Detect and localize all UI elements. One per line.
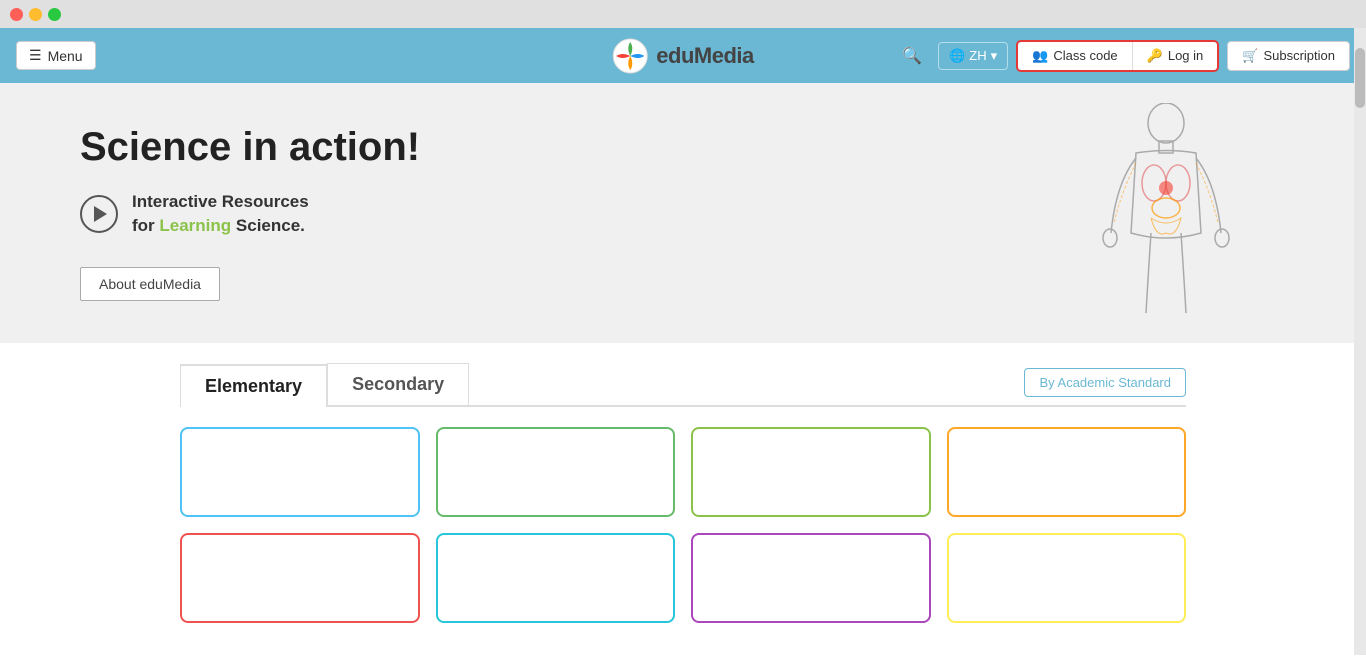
- card-6[interactable]: [436, 533, 676, 623]
- login-label: Log in: [1168, 48, 1203, 63]
- logo-text: eduMedia: [656, 43, 753, 69]
- logo-icon: [612, 38, 648, 74]
- card-3[interactable]: [691, 427, 931, 517]
- subscription-button[interactable]: 🛒 Subscription: [1227, 41, 1350, 71]
- tabs-section: Elementary Secondary By Academic Standar…: [0, 343, 1366, 407]
- lang-label: ZH: [969, 48, 986, 63]
- class-code-button[interactable]: 👥 Class code: [1018, 42, 1133, 70]
- title-bar: [0, 0, 1366, 28]
- minimize-button[interactable]: [29, 8, 42, 21]
- hero-desc-learning: Learning: [159, 216, 231, 235]
- maximize-button[interactable]: [48, 8, 61, 21]
- cards-row-2: [180, 533, 1186, 623]
- login-button[interactable]: 🔑 Log in: [1133, 42, 1218, 70]
- card-5[interactable]: [180, 533, 420, 623]
- auth-group: 👥 Class code 🔑 Log in: [1016, 40, 1219, 72]
- menu-button[interactable]: ☰ Menu: [16, 41, 96, 70]
- globe-icon: 🌐: [949, 48, 965, 64]
- card-8[interactable]: [947, 533, 1187, 623]
- dropdown-icon: ▾: [991, 48, 998, 64]
- key-icon: 🔑: [1147, 48, 1163, 64]
- cart-icon: 🛒: [1242, 48, 1258, 64]
- hero-description: Interactive Resources for Learning Scien…: [132, 190, 309, 238]
- tab-secondary[interactable]: Secondary: [327, 363, 469, 405]
- card-4[interactable]: [947, 427, 1187, 517]
- tabs-header: Elementary Secondary By Academic Standar…: [180, 363, 1186, 407]
- hero-image: [1066, 98, 1266, 328]
- academic-standard-button[interactable]: By Academic Standard: [1024, 368, 1186, 397]
- scrollbar[interactable]: [1354, 28, 1366, 655]
- subscription-label: Subscription: [1263, 48, 1335, 63]
- navbar-right: 🔍 🌐 ZH ▾ 👥 Class code 🔑 Log in 🛒 Subscri…: [894, 40, 1350, 72]
- hero-desc-line1: Interactive Resources: [132, 192, 309, 211]
- close-button[interactable]: [10, 8, 23, 21]
- play-icon: [94, 206, 107, 222]
- users-icon: 👥: [1032, 48, 1048, 64]
- language-button[interactable]: 🌐 ZH ▾: [938, 42, 1008, 70]
- about-button[interactable]: About eduMedia: [80, 267, 220, 301]
- menu-label: Menu: [48, 48, 83, 64]
- class-code-label: Class code: [1053, 48, 1117, 63]
- search-button[interactable]: 🔍: [894, 42, 930, 70]
- card-7[interactable]: [691, 533, 931, 623]
- card-1[interactable]: [180, 427, 420, 517]
- navbar: ☰ Menu eduMedia 🔍 🌐 ZH ▾ 👥 Class code: [0, 28, 1366, 83]
- hero-desc-science: Science.: [231, 216, 305, 235]
- cards-section: [0, 407, 1366, 659]
- body-illustration: [1086, 103, 1246, 323]
- card-2[interactable]: [436, 427, 676, 517]
- tab-elementary[interactable]: Elementary: [180, 364, 327, 407]
- hamburger-icon: ☰: [29, 47, 42, 64]
- play-button[interactable]: [80, 195, 118, 233]
- search-icon: 🔍: [902, 48, 922, 65]
- scrollbar-thumb[interactable]: [1355, 48, 1365, 108]
- logo[interactable]: eduMedia: [612, 38, 753, 74]
- hero-section: Science in action! Interactive Resources…: [0, 83, 1366, 343]
- hero-desc-for: for: [132, 216, 159, 235]
- cards-row-1: [180, 427, 1186, 517]
